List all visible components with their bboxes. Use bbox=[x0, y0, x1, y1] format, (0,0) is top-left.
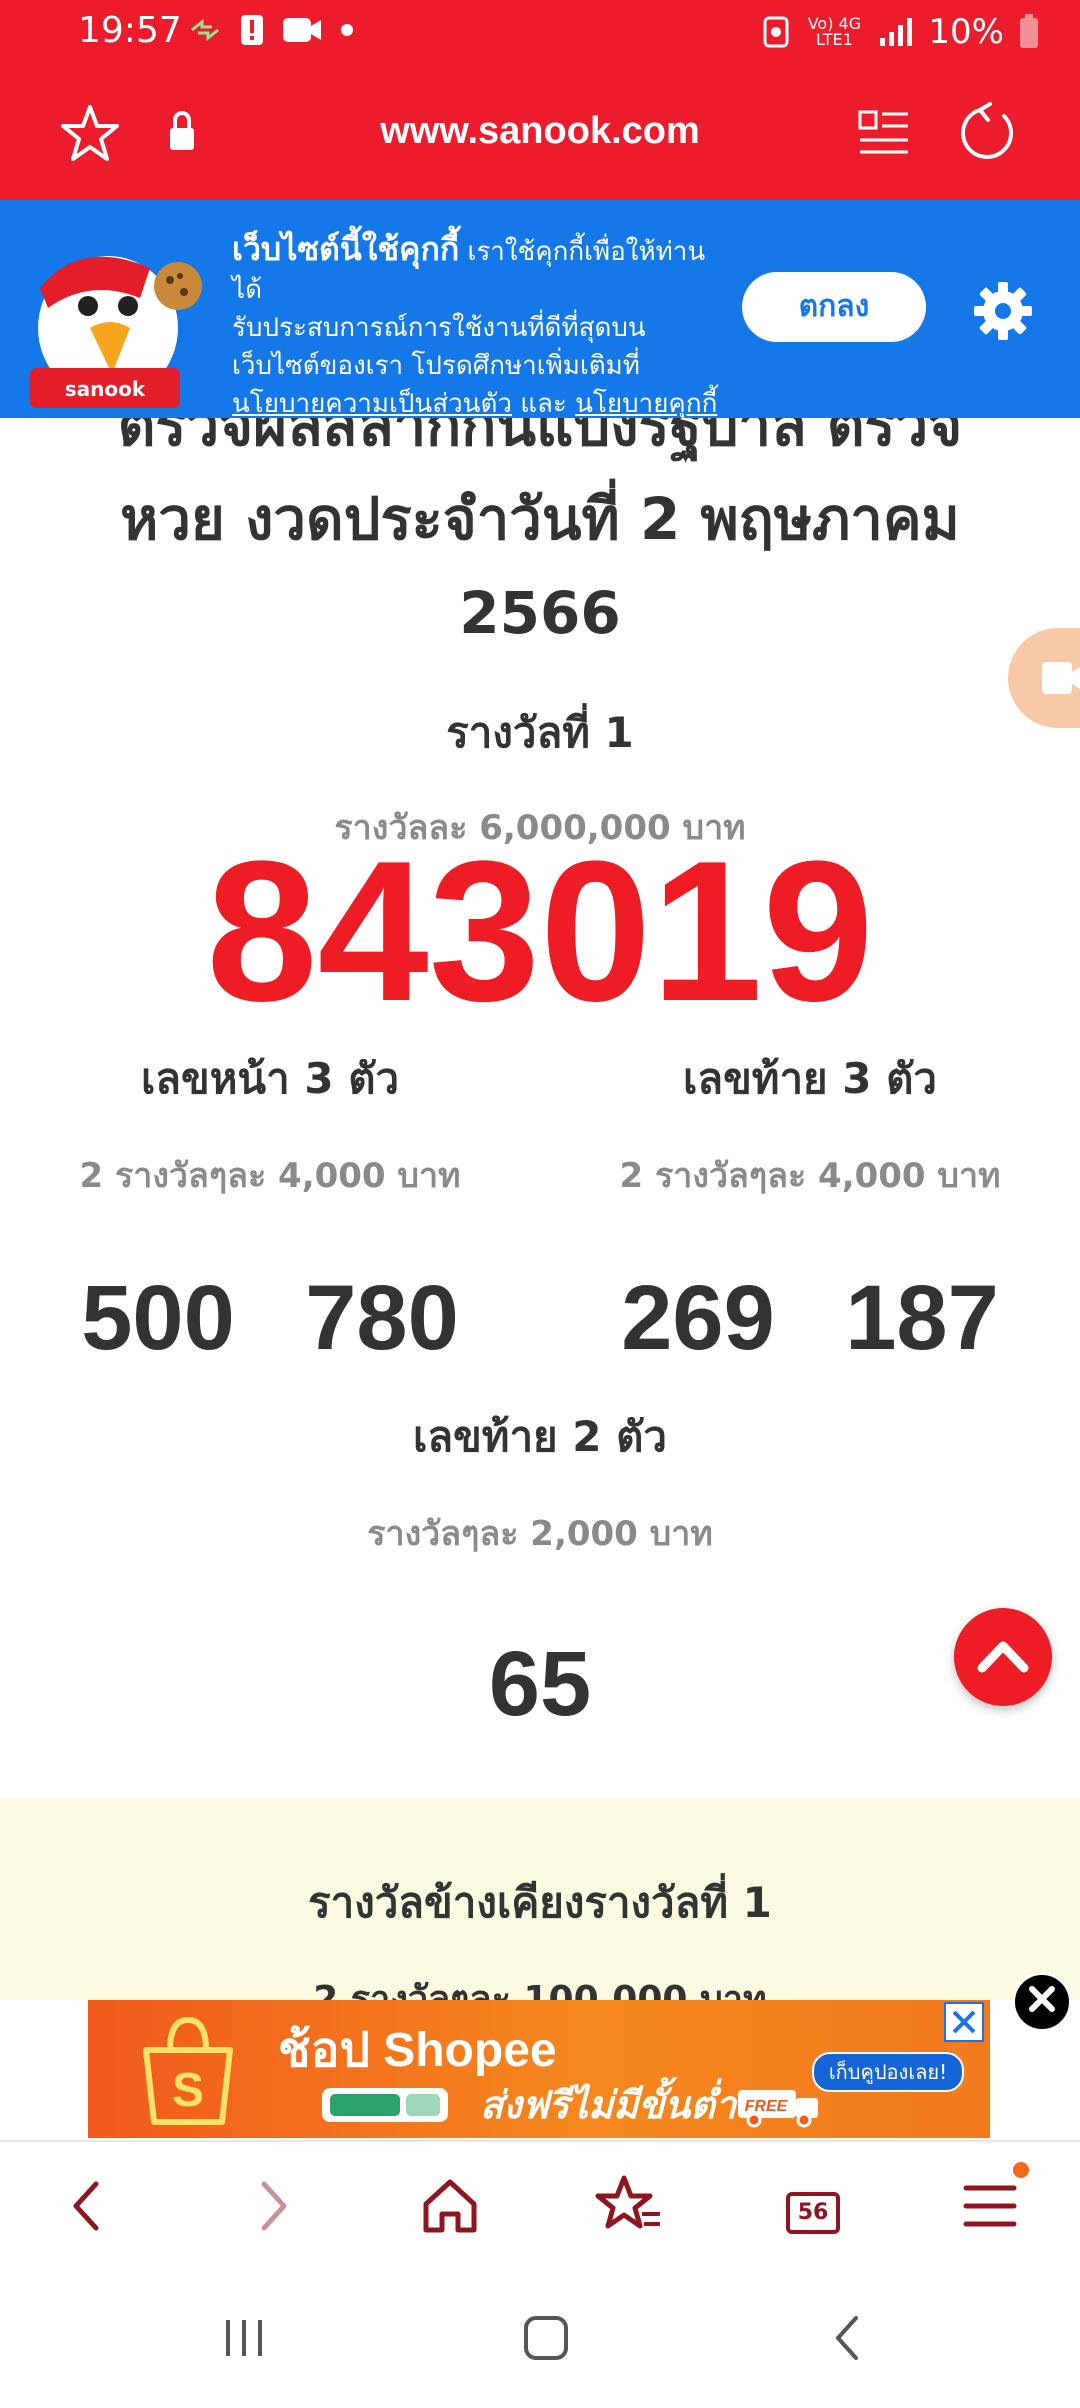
reader-mode-icon[interactable] bbox=[852, 102, 916, 166]
signal-icon bbox=[880, 18, 913, 46]
shopee-ad-banner[interactable]: S ช้อป Shopee ส่งฟรีไม่มีขั้นต่ำ เก็บคูป… bbox=[88, 2000, 990, 2138]
dot-icon bbox=[341, 24, 353, 36]
network-label: Vo) 4G LTE1 bbox=[807, 14, 862, 49]
back-nav-icon[interactable] bbox=[818, 2308, 878, 2368]
scroll-to-top-button[interactable] bbox=[954, 1608, 1052, 1706]
gear-icon[interactable] bbox=[972, 280, 1034, 342]
cookie-consent-banner: sanook เว็บไซต์นี้ใช้คุกกี้ เราใช้คุกกี้… bbox=[0, 200, 1080, 419]
browser-toolbar: 56 bbox=[0, 2140, 1080, 2270]
back-icon[interactable] bbox=[52, 2170, 124, 2242]
ad-subtitle: ส่งฟรีไม่มีขั้นต่ำ bbox=[480, 2083, 737, 2127]
url-text[interactable]: www.sanook.com bbox=[0, 110, 1080, 153]
recycle-icon bbox=[763, 16, 789, 48]
cookie-heading: เว็บไซต์นี้ใช้คุกกี้ bbox=[232, 230, 460, 268]
alert-icon bbox=[241, 15, 263, 45]
front3-subtitle: 2 รางวัลๆละ 4,000 บาท bbox=[79, 1156, 461, 1196]
front3-number-2: 780 bbox=[305, 1267, 459, 1369]
back3-subtitle: 2 รางวัลๆละ 4,000 บาท bbox=[619, 1156, 1001, 1196]
side-prize-title: รางวัลข้างเคียงรางวัลที่ 1 bbox=[308, 1878, 772, 1927]
cookie-policy-link[interactable]: นโยบายคุกกี้ bbox=[575, 389, 717, 419]
back2-subtitle: รางวัลๆละ 2,000 บาท bbox=[367, 1514, 713, 1554]
home-icon[interactable] bbox=[414, 2170, 486, 2242]
free-truck-icon: FREE bbox=[738, 2090, 818, 2128]
video-icon bbox=[1042, 662, 1080, 694]
status-time: 19:57 bbox=[78, 10, 182, 51]
menu-icon[interactable] bbox=[954, 2170, 1026, 2242]
battery-percent: 10% bbox=[928, 12, 1004, 52]
status-notification-icons bbox=[188, 14, 354, 46]
first-prize-number: 843019 bbox=[206, 820, 874, 1043]
back3-title: เลขท้าย 3 ตัว bbox=[682, 1054, 937, 1103]
battery-icon bbox=[1020, 14, 1038, 48]
headline-line-3: 2566 bbox=[459, 579, 621, 647]
headline-line-2: หวย งวดประจำวันที่ 2 พฤษภาคม bbox=[120, 485, 960, 553]
forward-icon[interactable] bbox=[236, 2170, 308, 2242]
home-nav-icon[interactable] bbox=[516, 2308, 576, 2368]
android-nav-bar bbox=[0, 2268, 1080, 2408]
front3-title: เลขหน้า 3 ตัว bbox=[140, 1054, 400, 1103]
video-call-icon bbox=[283, 18, 321, 42]
back2-number: 65 bbox=[488, 1633, 592, 1735]
ad-close-button[interactable] bbox=[1012, 1972, 1072, 2032]
mascot-brand-text: sanook bbox=[65, 377, 146, 401]
free-tag: FREE bbox=[745, 2098, 789, 2115]
refresh-icon[interactable] bbox=[956, 102, 1020, 166]
menu-notification-dot bbox=[1013, 2162, 1029, 2178]
cookie-text: เว็บไซต์นี้ใช้คุกกี้ เราใช้คุกกี้เพื่อให… bbox=[232, 230, 732, 423]
back3-number-1: 269 bbox=[621, 1267, 775, 1369]
ad-choices-close[interactable] bbox=[944, 2002, 984, 2042]
status-system-icons: Vo) 4G LTE1 10% bbox=[762, 12, 1040, 52]
status-bar: 19:57 Vo) 4G LTE1 10% bbox=[0, 0, 1080, 66]
ad-coupon-button[interactable]: เก็บคูปองเลย! bbox=[812, 2052, 964, 2092]
cookie-accept-button[interactable]: ตกลง bbox=[742, 272, 926, 342]
back3-number-2: 187 bbox=[845, 1267, 999, 1369]
tab-count: 56 bbox=[786, 2192, 840, 2234]
tabs-button[interactable]: 56 bbox=[774, 2170, 846, 2242]
recent-apps-icon[interactable] bbox=[214, 2308, 274, 2368]
bookmarks-icon[interactable] bbox=[594, 2170, 666, 2242]
svg-text:S: S bbox=[172, 2064, 204, 2117]
chevron-up-icon bbox=[977, 1641, 1029, 1673]
sanook-mascot-icon: sanook bbox=[30, 256, 202, 408]
cookie-line-1: เว็บไซต์นี้ใช้คุกกี้ เราใช้คุกกี้เพื่อให… bbox=[232, 230, 732, 309]
cookie-line-2: รับประสบการณ์การใช้งานที่ดีที่สุดบน bbox=[232, 313, 646, 343]
cookie-line-3: เว็บไซต์ของเรา โปรดศึกษาเพิ่มเติมที่ bbox=[232, 351, 640, 381]
privacy-policy-link[interactable]: นโยบายความเป็นส่วนตัว bbox=[232, 389, 512, 419]
browser-url-bar: www.sanook.com bbox=[0, 66, 1080, 200]
delivery-badge-icon bbox=[322, 2088, 448, 2122]
link-icon bbox=[191, 18, 219, 42]
first-prize-title: รางวัลที่ 1 bbox=[446, 708, 634, 757]
close-icon bbox=[1029, 1986, 1055, 2012]
back2-title: เลขท้าย 2 ตัว bbox=[412, 1412, 667, 1461]
cookie-line-4: นโยบายความเป็นส่วนตัว และ นโยบายคุกกี้ bbox=[232, 385, 732, 423]
shopee-bag-icon: S bbox=[143, 2016, 233, 2125]
front3-number-1: 500 bbox=[81, 1267, 235, 1369]
cookie-and-text: และ bbox=[511, 389, 576, 419]
close-icon bbox=[952, 2010, 976, 2034]
